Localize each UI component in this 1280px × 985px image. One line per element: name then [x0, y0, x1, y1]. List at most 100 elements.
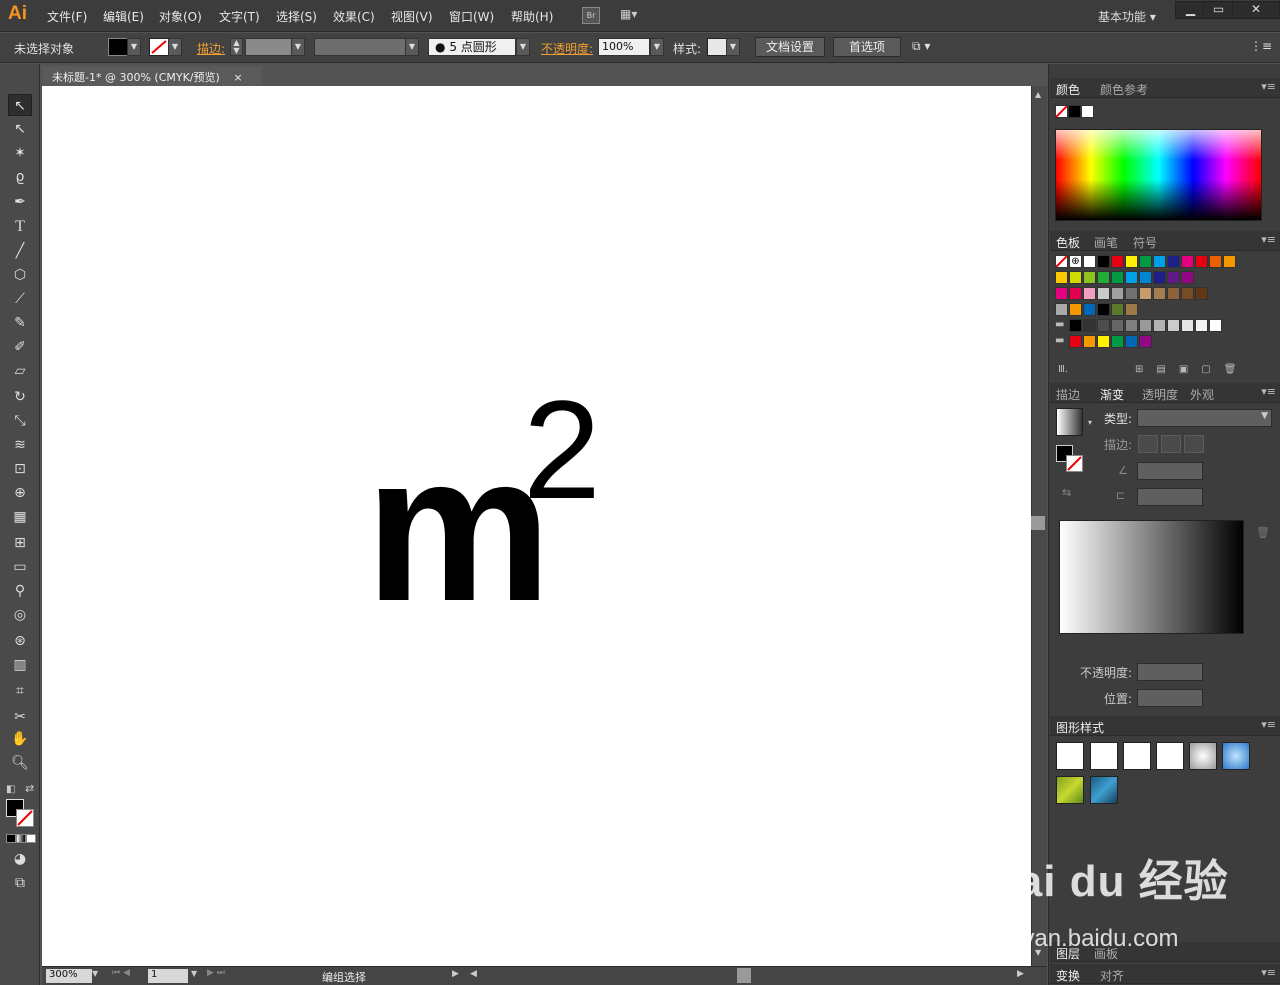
symbol-sprayer-tool-icon[interactable]: ⊛ [8, 630, 32, 652]
polygon-tool-icon[interactable]: ⬡ [8, 264, 32, 286]
pen-tool-icon[interactable]: ✒ [8, 191, 32, 213]
menu-select[interactable]: 选择(S) [276, 8, 317, 25]
gradient-opacity-input[interactable] [1137, 663, 1203, 681]
graphic-style-stroke[interactable] [1156, 742, 1184, 770]
swatch[interactable] [1055, 271, 1068, 284]
swatch[interactable] [1111, 271, 1124, 284]
swatch[interactable] [1181, 319, 1194, 332]
swatch[interactable] [1055, 287, 1068, 300]
swatch[interactable] [1209, 255, 1222, 268]
opacity-label[interactable]: 不透明度: [541, 40, 593, 57]
graphic-style-swatch[interactable] [707, 38, 727, 56]
swatch[interactable] [1209, 319, 1222, 332]
brush-dropdown[interactable]: ▼ [516, 38, 530, 56]
swatch[interactable] [1111, 335, 1124, 348]
artboard-number-input[interactable]: 1 [148, 969, 188, 983]
reverse-gradient-icon[interactable]: ⇆ [1062, 486, 1071, 499]
graphic-style-blue-texture[interactable] [1090, 776, 1118, 804]
menu-effect[interactable]: 效果(C) [333, 8, 375, 25]
eyedropper-tool-icon[interactable]: ⚲ [8, 580, 32, 602]
scale-tool-icon[interactable]: ⤡ [8, 410, 32, 432]
zoom-dropdown-icon[interactable]: ▼ [92, 969, 98, 978]
status-menu-icon[interactable]: ▶ [452, 969, 459, 979]
scroll-up-icon[interactable]: ▲ [1035, 90, 1041, 99]
swatch[interactable] [1139, 255, 1152, 268]
tab-color[interactable]: 颜色 [1056, 81, 1080, 98]
swatch[interactable] [1125, 271, 1138, 284]
close-button[interactable]: ✕ [1232, 1, 1280, 19]
none-mode-button[interactable] [26, 834, 36, 843]
direct-selection-tool-icon[interactable]: ↖ [8, 118, 32, 140]
gradient-aspect-input[interactable] [1137, 488, 1203, 506]
stroke-across-button[interactable] [1184, 435, 1204, 453]
swatch[interactable] [1195, 287, 1208, 300]
document-setup-button[interactable]: 文档设置 [755, 37, 825, 57]
swatch[interactable] [1083, 255, 1096, 268]
arrange-icon[interactable]: ⧉ ▾ [912, 39, 930, 54]
scroll-right-icon[interactable]: ▶ [1017, 969, 1024, 979]
swatch[interactable] [1167, 271, 1180, 284]
graphic-style-blue[interactable] [1222, 742, 1250, 770]
swatch[interactable] [1097, 255, 1110, 268]
swatch[interactable] [1153, 255, 1166, 268]
graphic-style-default[interactable] [1056, 742, 1084, 770]
gradient-slider[interactable] [1059, 520, 1244, 634]
gradient-stroke-box[interactable] [1066, 455, 1083, 472]
status-mode-text[interactable]: 编组选择 [322, 969, 366, 985]
workspace-switcher[interactable]: 基本功能 ▾ [1098, 8, 1156, 25]
tab-swatches[interactable]: 色板 [1056, 234, 1080, 251]
tab-symbols[interactable]: 符号 [1133, 234, 1157, 251]
swatch[interactable] [1055, 303, 1068, 316]
maximize-button[interactable]: ▭ [1203, 1, 1234, 19]
stroke-swatch[interactable] [149, 38, 169, 56]
swatch[interactable] [1097, 303, 1110, 316]
swatch[interactable] [1069, 287, 1082, 300]
swatch[interactable] [1083, 319, 1096, 332]
swatch[interactable] [1125, 287, 1138, 300]
fill-swatch[interactable] [108, 38, 128, 56]
swatch[interactable] [1125, 255, 1138, 268]
graphic-style-drop-shadow[interactable] [1090, 742, 1118, 770]
document-tab-close-icon[interactable]: × [233, 71, 242, 84]
opacity-dropdown[interactable]: ▼ [650, 38, 664, 56]
swatch[interactable] [1083, 271, 1096, 284]
menu-object[interactable]: 对象(O) [159, 8, 202, 25]
none-swatch[interactable] [1055, 255, 1068, 268]
tab-stroke[interactable]: 描边 [1056, 386, 1080, 403]
blend-tool-icon[interactable]: ◎ [8, 604, 32, 626]
type-tool-icon[interactable]: T [8, 216, 32, 238]
swatch[interactable] [1125, 319, 1138, 332]
tab-appearance[interactable]: 外观 [1190, 386, 1214, 403]
swatch[interactable] [1181, 255, 1194, 268]
swatch[interactable] [1181, 287, 1194, 300]
swatch[interactable] [1111, 287, 1124, 300]
hand-tool-icon[interactable]: ✋ [8, 728, 32, 750]
preferences-button[interactable]: 首选项 [833, 37, 901, 57]
swatch[interactable] [1111, 319, 1124, 332]
menu-edit[interactable]: 编辑(E) [103, 8, 144, 25]
minimize-button[interactable]: ▁ [1175, 1, 1206, 19]
delete-stop-icon[interactable]: 🗑︎ [1256, 526, 1270, 539]
swatch[interactable] [1069, 271, 1082, 284]
bridge-button[interactable]: Br [582, 7, 600, 24]
menu-view[interactable]: 视图(V) [391, 8, 433, 25]
swatch[interactable] [1069, 335, 1082, 348]
horizontal-scroll-thumb[interactable] [737, 968, 751, 983]
stroke-label[interactable]: 描边: [197, 40, 225, 57]
tab-graphic-styles[interactable]: 图形样式 [1056, 719, 1104, 736]
tab-align[interactable]: 对齐 [1100, 967, 1124, 984]
swatch[interactable] [1167, 287, 1180, 300]
black-color-swatch[interactable] [1068, 105, 1081, 118]
warp-tool-icon[interactable]: ≋ [8, 434, 32, 456]
swatch[interactable] [1167, 319, 1180, 332]
graphic-style-green-texture[interactable] [1056, 776, 1084, 804]
panel-menu-icon[interactable]: ▾≡ [1261, 233, 1276, 246]
stroke-along-button[interactable] [1161, 435, 1181, 453]
stroke-color-box[interactable] [16, 809, 34, 827]
zoom-input[interactable]: 300% [46, 969, 92, 983]
selection-tool-icon[interactable]: ↖ [8, 94, 32, 116]
swatch[interactable] [1083, 335, 1096, 348]
stroke-dropdown[interactable]: ▼ [168, 38, 182, 56]
swatch[interactable] [1139, 335, 1152, 348]
vertical-scroll-thumb[interactable] [1031, 516, 1045, 530]
